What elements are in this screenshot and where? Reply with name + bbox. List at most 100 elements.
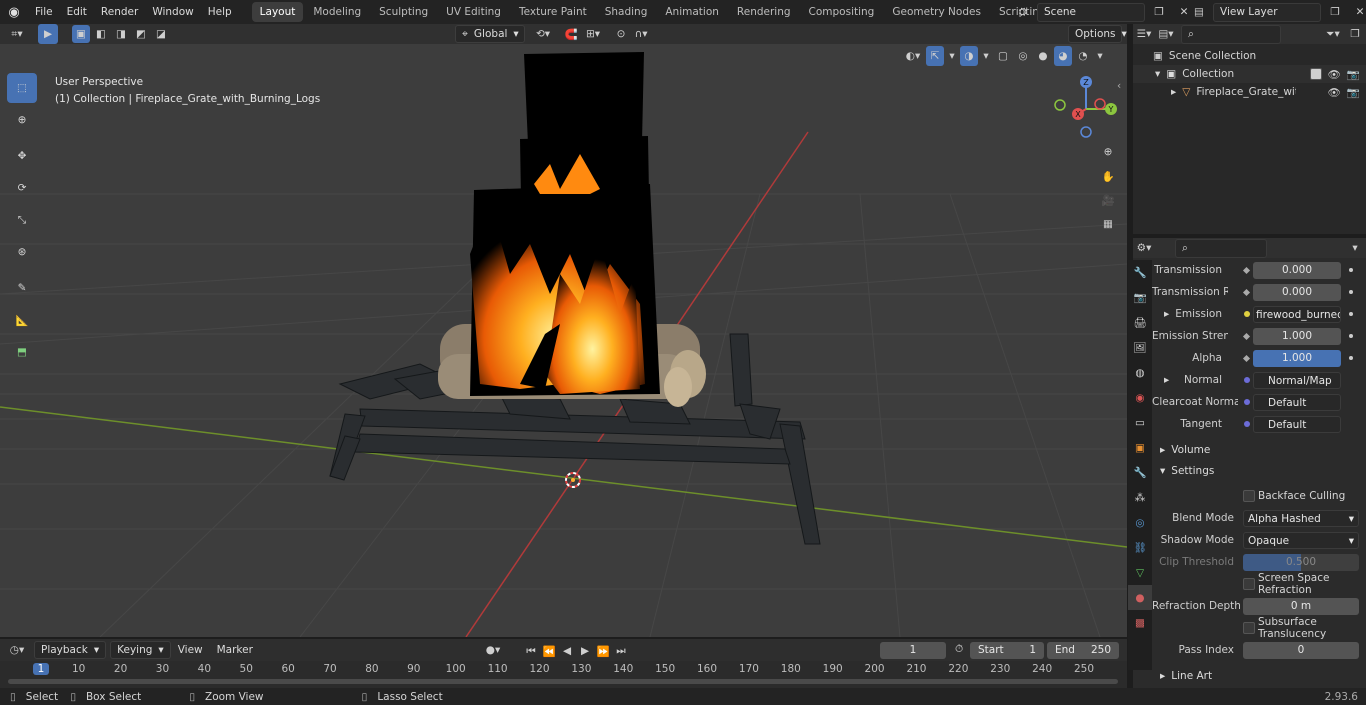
annotate-tool-icon[interactable]: ✎ (7, 273, 37, 303)
transform-tool-icon[interactable]: ⊛ (7, 237, 37, 267)
rotate-tool-icon[interactable]: ⟳ (7, 173, 37, 203)
visibility-eye-icon[interactable]: 👁 (1328, 68, 1341, 81)
camera-view-icon[interactable]: 🎥 (1097, 190, 1119, 210)
perspective-toggle-icon[interactable]: ▦ (1097, 214, 1119, 234)
line-art-panel-header[interactable]: ▸ Line Art (1152, 666, 1366, 686)
render-camera-icon[interactable]: 📷 (1347, 68, 1360, 81)
move-tool-icon[interactable]: ✥ (7, 141, 37, 171)
menu-window[interactable]: Window (145, 0, 200, 24)
tab-uv-editing[interactable]: UV Editing (438, 2, 509, 22)
pass-index-field[interactable]: 0 (1243, 641, 1359, 659)
tab-sculpting[interactable]: Sculpting (371, 2, 436, 22)
delete-view-layer-icon[interactable]: ✕ (1349, 2, 1366, 22)
menu-help[interactable]: Help (201, 0, 239, 24)
expand-arrow-icon[interactable]: ▸ (1171, 86, 1176, 98)
flame-planes[interactable] (470, 52, 660, 396)
falloff-icon[interactable]: ∩▾ (630, 24, 652, 44)
tab-animation[interactable]: Animation (657, 2, 727, 22)
outliner-editor-type-icon[interactable]: ☰▾ (1133, 24, 1155, 44)
outliner-row-scene-collection[interactable]: ▣ Scene Collection (1133, 47, 1366, 65)
outliner-search-input[interactable]: ⌕ (1181, 24, 1281, 44)
options-dropdown[interactable]: Options ▾ (1068, 25, 1127, 43)
select-invert-icon[interactable]: ◩ (132, 25, 150, 43)
refraction-depth-field[interactable]: 0 m (1243, 597, 1359, 615)
tab-compositing[interactable]: Compositing (801, 2, 883, 22)
zoom-icon[interactable]: ⊕ (1097, 142, 1119, 162)
display-mode-icon[interactable]: ▤▾ (1155, 24, 1177, 44)
xray-icon[interactable]: ▢ (994, 46, 1012, 66)
view-layer-tab-icon[interactable]: 🖼 (1128, 335, 1152, 360)
constraints-tab-icon[interactable]: ⛓ (1128, 535, 1152, 560)
timeline-editor-type-icon[interactable]: ◷▾ (6, 640, 28, 660)
gizmo-dropdown-icon[interactable]: ▾ (946, 46, 958, 66)
blend-mode-dropdown[interactable]: Alpha Hashed ▾ (1243, 509, 1359, 527)
sidebar-toggle-icon[interactable]: ‹ (1117, 80, 1121, 92)
scene-selector-icon[interactable]: ⛭ (1012, 2, 1034, 22)
current-frame-marker[interactable]: 1 (33, 663, 49, 675)
transmission-field[interactable]: 0.000 (1253, 261, 1341, 279)
emission-strength-field[interactable]: 1.000 (1253, 327, 1341, 345)
properties-editor-type-icon[interactable]: ⚙▾ (1133, 238, 1155, 258)
add-cube-tool-icon[interactable]: ⬒ (7, 337, 37, 367)
navigation-gizmo[interactable]: Z Y X (1051, 74, 1121, 144)
material-tab-icon[interactable]: ● (1128, 585, 1152, 610)
menu-edit[interactable]: Edit (60, 0, 94, 24)
tab-geometry-nodes[interactable]: Geometry Nodes (884, 2, 989, 22)
particles-tab-icon[interactable]: ⁂ (1128, 485, 1152, 510)
play-reverse-icon[interactable]: ◀ (558, 641, 576, 661)
menu-file[interactable]: File (28, 0, 60, 24)
scene-tab-icon[interactable]: ◍ (1128, 360, 1152, 385)
select-extend-icon[interactable]: ◧ (92, 25, 110, 43)
solid-shading-icon[interactable]: ● (1034, 46, 1052, 66)
visibility-eye-icon[interactable]: 👁 (1328, 86, 1341, 99)
view-layer-icon[interactable]: ▤ (1188, 2, 1210, 22)
normal-field[interactable]: Normal/Map (1253, 371, 1341, 389)
material-shading-icon[interactable]: ◕ (1054, 46, 1072, 66)
snap-target-icon[interactable]: ⊞▾ (582, 24, 604, 44)
cursor-tool-icon[interactable]: ⊕ (7, 105, 37, 135)
stopwatch-icon[interactable]: ⏱ (955, 643, 963, 656)
prev-keyframe-icon[interactable]: ⏪ (540, 641, 558, 661)
overlays-dropdown-icon[interactable]: ▾ (980, 46, 992, 66)
alpha-field[interactable]: 1.000 (1253, 349, 1341, 367)
expand-arrow-icon[interactable]: ▸ (1164, 374, 1169, 386)
keyframe-dot-icon[interactable] (1349, 312, 1353, 316)
settings-panel-header[interactable]: ▾ Settings (1152, 461, 1366, 481)
tab-texture-paint[interactable]: Texture Paint (511, 2, 595, 22)
3d-viewport[interactable]: User Perspective (1) Collection | Firepl… (0, 44, 1127, 637)
collection-exclude-checkbox[interactable] (1309, 68, 1322, 80)
properties-options-icon[interactable]: ▾ (1344, 238, 1366, 258)
object-tab-icon[interactable]: ▣ (1128, 435, 1152, 460)
shadow-mode-dropdown[interactable]: Opaque ▾ (1243, 531, 1359, 549)
measure-tool-icon[interactable]: 📐 (7, 305, 37, 335)
scale-tool-icon[interactable]: ⤡ (7, 205, 37, 235)
pan-hand-icon[interactable]: ✋ (1097, 166, 1119, 186)
next-keyframe-icon[interactable]: ⏩ (594, 641, 612, 661)
timeline-scrollbar[interactable] (8, 679, 1118, 684)
snap-icon[interactable]: 🧲 (560, 24, 582, 44)
transform-orientation-dropdown[interactable]: ⌖ Global ▾ (455, 25, 525, 43)
outliner-row-object[interactable]: ▸ ▽ Fireplace_Grate_with_Bu 👁 📷 (1133, 83, 1366, 101)
backface-culling-checkbox[interactable] (1243, 490, 1255, 502)
select-box-tool-icon[interactable]: ⬚ (7, 73, 37, 103)
transmission-roughness-field[interactable]: 0.000 (1253, 283, 1341, 301)
keying-menu[interactable]: Keying ▾ (110, 641, 171, 659)
render-camera-icon[interactable]: 📷 (1347, 86, 1360, 99)
select-subtract-icon[interactable]: ◨ (112, 25, 130, 43)
keyframe-dot-icon[interactable] (1349, 290, 1353, 294)
select-intersect-icon[interactable]: ◪ (152, 25, 170, 43)
blender-logo-icon[interactable]: ◉ (0, 5, 28, 20)
filter-icon[interactable]: ⏷▾ (1322, 24, 1344, 44)
menu-render[interactable]: Render (94, 0, 145, 24)
volume-panel-header[interactable]: ▸ Volume (1152, 440, 1366, 460)
gizmo-toggle-icon[interactable]: ⇱ (926, 46, 944, 66)
overlays-toggle-icon[interactable]: ◑ (960, 46, 978, 66)
output-tab-icon[interactable]: 🖨 (1128, 310, 1152, 335)
tool-tab-icon[interactable]: 🔧 (1128, 260, 1152, 285)
pivot-point-icon[interactable]: ⟲▾ (532, 24, 554, 44)
properties-search-input[interactable]: ⌕ (1175, 238, 1267, 258)
shading-dropdown-icon[interactable]: ▾ (1094, 46, 1106, 66)
current-frame-field[interactable]: 1 (880, 642, 946, 659)
new-collection-icon[interactable]: ❐ (1344, 24, 1366, 44)
new-view-layer-icon[interactable]: ❐ (1324, 2, 1346, 22)
